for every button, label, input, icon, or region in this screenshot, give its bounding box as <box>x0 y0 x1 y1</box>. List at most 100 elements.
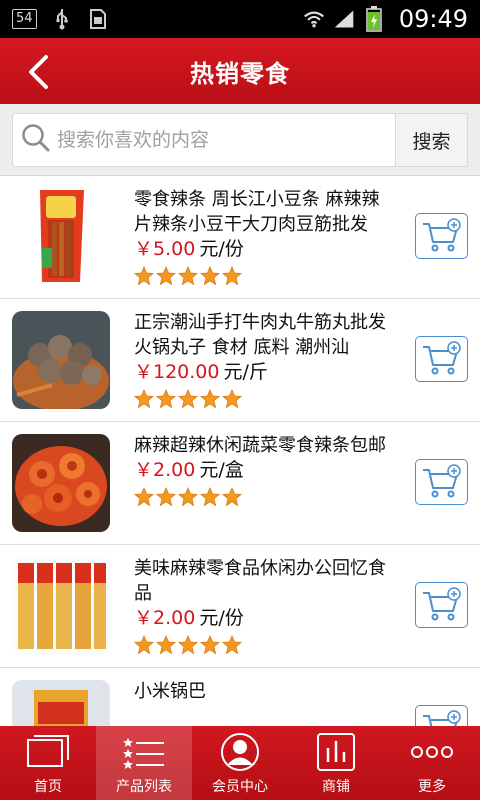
wifi-icon <box>303 8 325 30</box>
product-thumbnail <box>12 680 110 726</box>
product-name: 零食辣条 周长江小豆条 麻辣辣片辣条小豆干大刀肉豆筋批发 <box>134 189 380 235</box>
user-icon <box>218 732 262 772</box>
rating-stars <box>134 485 396 509</box>
rating-stars <box>134 387 396 411</box>
add-to-cart-button[interactable] <box>415 582 468 628</box>
product-name: 麻辣超辣休闲蔬菜零食辣条包邮 <box>134 435 386 456</box>
sim-card-icon <box>87 8 109 30</box>
price-row: ￥2.00 元/份 <box>134 606 396 631</box>
price-row: ￥5.00 元/份 <box>134 237 396 262</box>
product-price: ￥2.00 <box>134 459 196 481</box>
back-arrow-icon <box>29 55 48 89</box>
product-price: ￥5.00 <box>134 238 196 260</box>
product-info: 正宗潮汕手打牛肉丸牛筋丸批发 火锅丸子 食材 底料 潮州汕 ￥120.00 元/斤 <box>134 310 396 411</box>
usb-icon <box>51 8 73 30</box>
tab-label: 首页 <box>34 779 62 795</box>
product-item[interactable]: 零食辣条 周长江小豆条 麻辣辣片辣条小豆干大刀肉豆筋批发 ￥5.00 元/份 <box>0 176 480 299</box>
battery-charging-icon <box>363 6 385 32</box>
product-unit: 元/斤 <box>223 361 268 383</box>
star-icon <box>200 266 220 286</box>
product-thumbnail <box>12 311 110 409</box>
star-icon <box>156 266 176 286</box>
bottom-tab-bar: 首页 产品列表 会员中心 商铺 更多 <box>0 726 480 800</box>
rating-stars <box>134 633 396 657</box>
cart-add-icon <box>422 341 461 375</box>
cart-add-icon <box>422 587 461 621</box>
tab-shop[interactable]: 商铺 <box>288 726 384 800</box>
star-icon <box>178 635 198 655</box>
signal-icon <box>333 8 355 30</box>
starred-list-icon <box>122 732 166 772</box>
product-thumbnail <box>12 434 110 532</box>
star-icon <box>134 389 154 409</box>
clock: 09:49 <box>398 5 468 33</box>
tab-home[interactable]: 首页 <box>0 726 96 800</box>
back-button[interactable] <box>18 52 58 92</box>
add-to-cart-button[interactable] <box>415 459 468 505</box>
product-unit: 元/盒 <box>199 459 244 481</box>
search-input[interactable] <box>57 129 377 151</box>
star-icon <box>200 635 220 655</box>
product-price: ￥2.00 <box>134 607 196 629</box>
shop-chart-icon <box>314 732 358 772</box>
add-to-cart-button[interactable] <box>415 336 468 382</box>
star-icon <box>222 635 242 655</box>
tab-label: 会员中心 <box>212 779 268 795</box>
product-info: 零食辣条 周长江小豆条 麻辣辣片辣条小豆干大刀肉豆筋批发 ￥5.00 元/份 <box>134 187 396 288</box>
product-list: 零食辣条 周长江小豆条 麻辣辣片辣条小豆干大刀肉豆筋批发 ￥5.00 元/份 正… <box>0 176 480 726</box>
product-price: ￥120.00 <box>134 361 220 383</box>
price-row: ￥120.00 元/斤 <box>134 360 396 385</box>
cart-add-icon <box>422 218 461 252</box>
star-icon <box>222 487 242 507</box>
rating-stars <box>134 264 396 288</box>
star-icon <box>156 635 176 655</box>
search-box[interactable] <box>12 113 396 167</box>
search-icon <box>21 123 51 157</box>
star-icon <box>178 266 198 286</box>
product-unit: 元/份 <box>199 238 244 260</box>
star-icon <box>134 487 154 507</box>
product-thumbnail <box>12 188 110 286</box>
star-icon <box>178 389 198 409</box>
more-dots-icon <box>410 732 454 772</box>
product-item[interactable]: 正宗潮汕手打牛肉丸牛筋丸批发 火锅丸子 食材 底料 潮州汕 ￥120.00 元/斤 <box>0 299 480 422</box>
product-thumbnail <box>12 557 110 655</box>
price-row: ￥2.00 元/盒 <box>134 458 396 483</box>
product-name: 正宗潮汕手打牛肉丸牛筋丸批发 火锅丸子 食材 底料 潮州汕 <box>134 312 386 358</box>
star-icon <box>156 487 176 507</box>
cart-add-icon <box>422 710 461 726</box>
add-to-cart-button[interactable] <box>415 213 468 259</box>
star-icon <box>200 487 220 507</box>
notification-count-badge: 54 <box>12 9 37 29</box>
star-icon <box>156 389 176 409</box>
tab-label: 商铺 <box>322 779 350 795</box>
home-window-icon <box>26 732 70 772</box>
product-info: 麻辣超辣休闲蔬菜零食辣条包邮 ￥2.00 元/盒 <box>134 433 396 509</box>
product-unit: 元/份 <box>199 607 244 629</box>
product-item[interactable]: 美味麻辣零食品休闲办公回忆食品 ￥2.00 元/份 <box>0 545 480 668</box>
search-bar: 搜索 <box>0 104 480 176</box>
star-icon <box>134 266 154 286</box>
star-icon <box>178 487 198 507</box>
tab-products[interactable]: 产品列表 <box>96 726 192 800</box>
tab-label: 产品列表 <box>116 779 172 795</box>
status-bar: 54 09:49 <box>0 0 480 38</box>
star-icon <box>222 266 242 286</box>
product-name: 美味麻辣零食品休闲办公回忆食品 <box>134 558 386 604</box>
tab-label: 更多 <box>418 779 446 795</box>
star-icon <box>222 389 242 409</box>
product-item[interactable]: 麻辣超辣休闲蔬菜零食辣条包邮 ￥2.00 元/盒 <box>0 422 480 545</box>
tab-member[interactable]: 会员中心 <box>192 726 288 800</box>
product-info: 美味麻辣零食品休闲办公回忆食品 ￥2.00 元/份 <box>134 556 396 657</box>
product-item[interactable]: 小米锅巴 <box>0 668 480 726</box>
star-icon <box>134 635 154 655</box>
app-header: 热销零食 <box>0 38 480 104</box>
search-button[interactable]: 搜索 <box>396 113 468 167</box>
add-to-cart-button[interactable] <box>415 705 468 726</box>
product-name: 小米锅巴 <box>134 681 206 702</box>
tab-more[interactable]: 更多 <box>384 726 480 800</box>
cart-add-icon <box>422 464 461 498</box>
product-info: 小米锅巴 <box>134 679 396 704</box>
star-icon <box>200 389 220 409</box>
page-title: 热销零食 <box>190 59 290 88</box>
